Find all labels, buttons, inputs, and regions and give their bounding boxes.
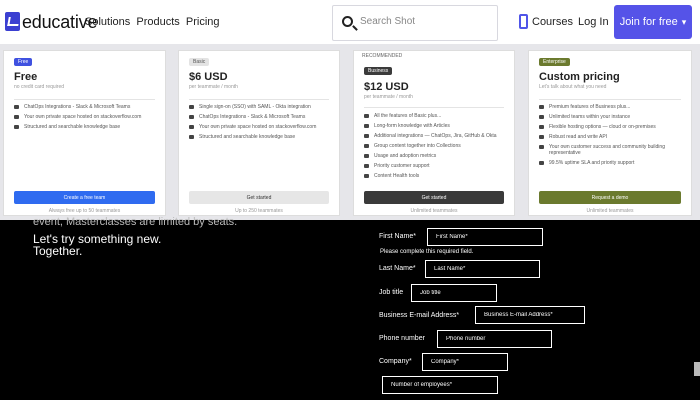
feature-item: All the features of Basic plus...	[364, 113, 506, 119]
feature-item: Group content together into Collections	[364, 143, 506, 149]
job-title-field[interactable]	[411, 284, 497, 302]
create-free-team-button[interactable]: Create a free team	[14, 191, 155, 204]
search-box[interactable]	[332, 5, 498, 41]
feature-item: Content Health tools	[364, 173, 506, 179]
phone-number-label: Phone number	[379, 335, 425, 342]
scrollbar[interactable]	[694, 362, 700, 376]
search-input[interactable]	[360, 16, 490, 27]
feature-item: ChatOps Integrations - Slack & Microsoft…	[189, 114, 331, 120]
educative-logo-icon[interactable]	[5, 12, 20, 31]
get-started-button[interactable]: Get started	[189, 191, 329, 204]
chevron-down-icon: ▾	[681, 16, 687, 27]
business-email-field[interactable]	[475, 306, 585, 324]
recommended-label: RECOMMENDED	[362, 53, 403, 59]
feature-item: Your own private space hosted on stackov…	[189, 124, 331, 130]
feature-list: Premium features of Business plus... Unl…	[539, 104, 683, 170]
join-label: Join for free	[619, 16, 678, 28]
plan-card-free: Free Free no credit card required ChatOp…	[3, 50, 166, 216]
plan-badge: Free	[14, 58, 33, 66]
divider	[189, 99, 329, 100]
first-name-field[interactable]	[427, 228, 543, 246]
feature-list: All the features of Basic plus... Long-f…	[364, 113, 506, 183]
feature-item: Your own private space hosted on stackov…	[14, 114, 157, 120]
feature-item: Priority customer support	[364, 163, 506, 169]
business-email-label: Business E-mail Address*	[379, 312, 460, 319]
join-for-free-button[interactable]: Join for free ▾	[614, 5, 692, 39]
feature-item: 99.5% uptime SLA and priority support	[539, 160, 683, 166]
plan-subtitle: no credit card required	[14, 84, 65, 90]
feature-item: Additional integrations — ChatOps, Jira,…	[364, 133, 506, 139]
company-label: Company*	[379, 358, 412, 365]
feature-item: Long-form knowledge with Articles	[364, 123, 506, 129]
job-title-label: Job title	[379, 289, 404, 296]
mobile-device-icon	[519, 14, 528, 29]
plan-badge: Business	[364, 67, 393, 75]
plan-footer: Always free up to 50 teammates	[48, 208, 121, 214]
plan-footer: Up to 250 teammates	[235, 208, 283, 214]
search-icon[interactable]	[342, 16, 353, 27]
feature-item: Robust read and write API	[539, 134, 683, 140]
plan-name: Custom pricing	[539, 71, 620, 83]
plan-subtitle: Let's talk about what you need	[539, 84, 607, 90]
feature-list: Single sign-on (SSO) with SAML - Okta in…	[189, 104, 331, 144]
limited-seats-note: event, Masterclasses are limited by seat…	[33, 216, 238, 228]
plan-card-basic: Basic $6 USD per teammate / month Single…	[178, 50, 340, 216]
feature-item: Your own customer success and community …	[539, 144, 683, 156]
plan-price: $6 USD	[189, 71, 228, 83]
feature-item: Single sign-on (SSO) with SAML - Okta in…	[189, 104, 331, 110]
last-name-field[interactable]	[425, 260, 540, 278]
feature-item: Structured and searchable knowledge base	[14, 124, 157, 130]
divider	[14, 99, 155, 100]
divider	[364, 107, 504, 108]
feature-list: ChatOps Integrations - Slack & Microsoft…	[14, 104, 157, 134]
company-field[interactable]	[422, 353, 508, 371]
contact-section: event, Masterclasses are limited by seat…	[0, 216, 700, 400]
tagline-2: Together.	[33, 244, 83, 258]
plan-card-business: RECOMMENDED Business $12 USD per teammat…	[353, 50, 515, 216]
feature-item: Structured and searchable knowledge base	[189, 134, 331, 140]
divider	[539, 99, 681, 100]
plan-badge: Enterprise	[539, 58, 570, 66]
plan-subtitle: per teammate / month	[189, 84, 238, 90]
top-nav: educative Solutions Products Pricing Cou…	[0, 0, 700, 44]
plan-name: Free	[14, 71, 38, 83]
number-of-employees-select[interactable]	[382, 376, 498, 394]
feature-item: Usage and adoption metrics	[364, 153, 506, 159]
plan-card-enterprise: Enterprise Custom pricing Let's talk abo…	[528, 50, 692, 216]
login-link[interactable]: Log In	[578, 16, 609, 28]
plan-price: $12 USD	[364, 81, 409, 93]
plan-subtitle: per teammate / month	[364, 94, 413, 100]
plan-footer: Unlimited teammates	[586, 208, 634, 214]
request-demo-button[interactable]: Request a demo	[539, 191, 681, 204]
plan-footer: Unlimited teammates	[410, 208, 458, 214]
phone-number-field[interactable]	[437, 330, 552, 348]
last-name-label: Last Name*	[379, 265, 416, 272]
plan-badge: Basic	[189, 58, 210, 66]
first-name-label: First Name*	[379, 233, 416, 240]
nav-links[interactable]: Solutions Products Pricing	[85, 16, 220, 28]
required-field-error: Please complete this required field.	[380, 249, 474, 255]
feature-item: Flexible hosting options — cloud or on-p…	[539, 124, 683, 130]
feature-item: Unlimited teams within your instance	[539, 114, 683, 120]
get-started-button[interactable]: Get started	[364, 191, 504, 204]
courses-link[interactable]: Courses	[532, 16, 573, 28]
feature-item: ChatOps Integrations - Slack & Microsoft…	[14, 104, 157, 110]
feature-item: Premium features of Business plus...	[539, 104, 683, 110]
